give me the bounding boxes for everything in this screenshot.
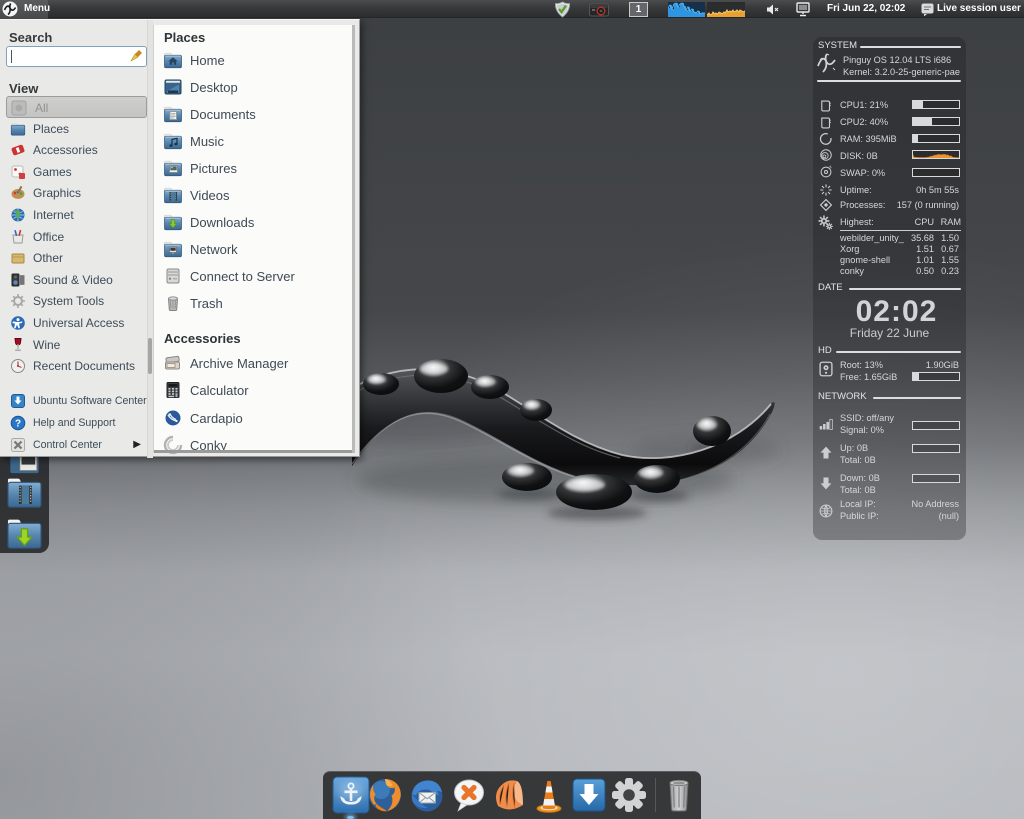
svg-text:?: ? bbox=[15, 419, 21, 430]
